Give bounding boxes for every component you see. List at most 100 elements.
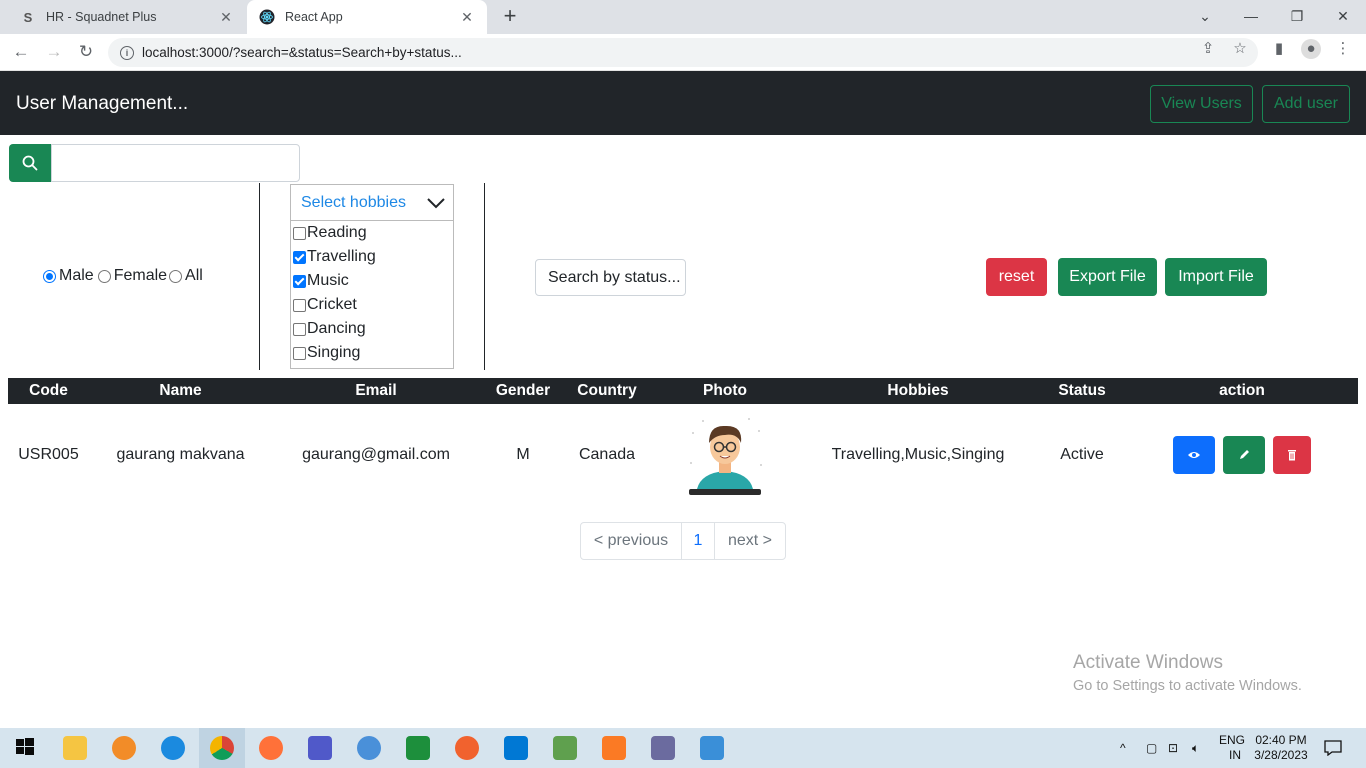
cell-hobbies: Travelling,Music,Singing [831, 446, 1005, 463]
language-indicator[interactable]: ENG IN [1219, 728, 1245, 768]
windows-start-icon[interactable] [14, 736, 38, 760]
gender-radio-all[interactable] [169, 269, 183, 283]
hobby-checkbox[interactable] [293, 274, 306, 288]
tab-title: React App [285, 10, 343, 24]
forward-arrow-icon[interactable]: → [42, 40, 66, 64]
teams-icon[interactable] [308, 736, 332, 760]
browser-tab-bar: S HR - Squadnet Plus ✕ React App ✕ + ⌄ —… [0, 0, 1366, 34]
app-brand[interactable]: User Management... [16, 93, 188, 115]
mail-icon[interactable] [357, 736, 381, 760]
hobby-option-music[interactable]: Music [291, 269, 453, 293]
share-icon[interactable]: ⇪ [1198, 39, 1218, 59]
tray-meet-icon[interactable]: ▢ [1146, 728, 1157, 768]
bookmark-star-icon[interactable]: ☆ [1230, 39, 1250, 59]
hobby-option-singing[interactable]: Singing [291, 341, 453, 365]
search-input[interactable] [51, 144, 300, 182]
hobby-option-cricket[interactable]: Cricket [291, 293, 453, 317]
network-tool-icon[interactable] [651, 736, 675, 760]
previous-page-button[interactable]: < previous [581, 523, 682, 559]
hobby-checkbox[interactable] [293, 298, 306, 312]
hobby-label: Travelling [307, 248, 376, 265]
firefox-icon[interactable] [259, 736, 283, 760]
chrome-icon[interactable] [210, 736, 234, 760]
restore-icon[interactable]: ❐ [1274, 4, 1320, 28]
next-page-button[interactable]: next > [715, 523, 785, 559]
page-number-button[interactable]: 1 [682, 523, 715, 559]
notification-icon[interactable] [1324, 728, 1342, 768]
column-header-photo: Photo [703, 382, 747, 399]
bolt-app-icon[interactable] [700, 736, 724, 760]
back-arrow-icon[interactable]: ← [9, 40, 33, 64]
language-code: ENG [1219, 733, 1246, 747]
minimize-icon[interactable]: — [1228, 4, 1274, 28]
reload-icon[interactable]: ↻ [74, 40, 98, 64]
address-bar[interactable]: i localhost:3000/?search=&status=Search+… [108, 38, 1258, 67]
close-tab-icon[interactable]: ✕ [459, 9, 475, 26]
tray-chevron-icon[interactable]: ^ [1120, 728, 1126, 768]
tab-title: HR - Squadnet Plus [46, 10, 157, 24]
reset-button[interactable]: reset [986, 258, 1047, 296]
add-user-button[interactable]: Add user [1262, 85, 1350, 123]
side-panel-icon[interactable]: ▮ [1269, 39, 1289, 59]
hobby-option-travelling[interactable]: Travelling [291, 245, 453, 269]
clock[interactable]: 02:40 PM 3/28/2023 [1253, 728, 1309, 768]
close-window-icon[interactable]: ✕ [1320, 4, 1366, 28]
hobby-checkbox[interactable] [293, 250, 306, 264]
network-icon[interactable]: ⊡ [1168, 728, 1178, 768]
tab-react-app[interactable]: React App ✕ [247, 0, 487, 34]
view-user-button[interactable] [1173, 436, 1215, 474]
gender-radio-female[interactable] [97, 269, 111, 283]
hobby-checkbox[interactable] [293, 226, 306, 240]
volume-icon[interactable]: 🔈︎ [1192, 728, 1199, 768]
divider [259, 183, 260, 370]
hobby-label: Reading [307, 224, 367, 241]
vscode-icon[interactable] [504, 736, 528, 760]
watermark-subtitle: Go to Settings to activate Windows. [1073, 678, 1302, 694]
profile-avatar-icon[interactable]: ● [1301, 39, 1321, 59]
hobbies-select: Select hobbies Reading Travelling Music … [290, 184, 454, 369]
hobby-checkbox[interactable] [293, 322, 306, 336]
clock-time: 02:40 PM [1255, 733, 1307, 747]
app-n-icon[interactable] [112, 736, 136, 760]
close-tab-icon[interactable]: ✕ [218, 9, 234, 26]
cell-gender: M [516, 446, 530, 463]
delete-user-button[interactable] [1273, 436, 1311, 474]
status-select[interactable]: Search by status... [535, 259, 686, 296]
cell-country: Canada [578, 446, 636, 463]
hobby-label: Music [307, 272, 349, 289]
trash-icon [1288, 450, 1296, 461]
gender-radio-male[interactable] [43, 269, 56, 283]
file-explorer-icon[interactable] [63, 736, 87, 760]
hobby-label: Dancing [307, 320, 366, 337]
windows-taskbar: ^ ▢ ⊡ 🔈︎ ENG IN 02:40 PM 3/28/2023 [0, 728, 1366, 768]
import-file-button[interactable]: Import File [1165, 258, 1267, 296]
export-file-button[interactable]: Export File [1058, 258, 1157, 296]
chevron-down-icon [427, 197, 445, 208]
postman-icon[interactable] [455, 736, 479, 760]
gender-filter: Male Female All [40, 267, 203, 285]
column-header-name: Name [159, 382, 202, 399]
table-header: Code Name Email Gender Country Photo Hob… [8, 378, 1358, 404]
hobby-checkbox[interactable] [293, 346, 306, 360]
nodejs-icon[interactable] [553, 736, 577, 760]
search-button[interactable] [9, 144, 51, 182]
hobby-option-reading[interactable]: Reading [291, 221, 453, 245]
tab-search-chevron-icon[interactable]: ⌄ [1182, 4, 1228, 28]
xampp-icon[interactable] [602, 736, 626, 760]
gender-label-female: Female [113, 267, 168, 284]
menu-kebab-icon[interactable]: ⋮ [1333, 39, 1353, 59]
new-tab-icon[interactable]: + [498, 5, 522, 29]
tab-hr-squadnet[interactable]: S HR - Squadnet Plus ✕ [8, 0, 246, 34]
watermark-title: Activate Windows [1073, 652, 1223, 673]
spreadsheet-icon[interactable] [406, 736, 430, 760]
pagination: < previous 1 next > [580, 522, 786, 560]
view-users-button[interactable]: View Users [1150, 85, 1253, 123]
column-header-email: Email [355, 382, 397, 399]
edit-user-button[interactable] [1223, 436, 1265, 474]
divider [484, 183, 485, 370]
site-info-icon[interactable]: i [120, 45, 134, 60]
hobbies-dropdown-toggle[interactable]: Select hobbies [291, 185, 453, 221]
hobby-option-dancing[interactable]: Dancing [291, 317, 453, 341]
edge-icon[interactable] [161, 736, 185, 760]
clock-date: 3/28/2023 [1254, 748, 1308, 762]
